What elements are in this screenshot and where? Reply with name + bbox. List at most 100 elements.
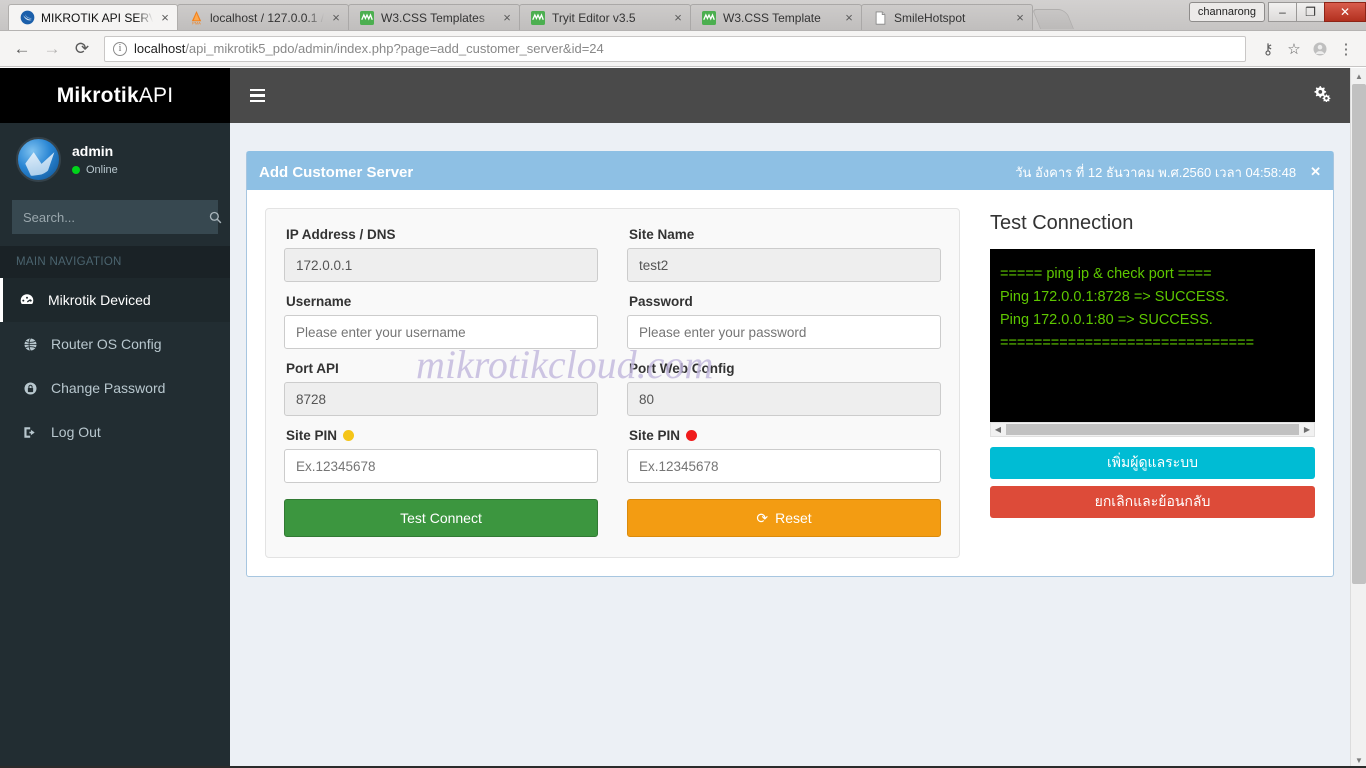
app-logo[interactable]: Mikrotik API	[0, 68, 230, 123]
label-text: Username	[286, 294, 352, 309]
browser-tab-5[interactable]: SmileHotspot ×	[861, 4, 1033, 30]
add-admin-button[interactable]: เพิ่มผู้ดูแลระบบ	[990, 447, 1315, 479]
browser-tab-4[interactable]: W3.CSS Template ×	[690, 4, 862, 30]
tab-close-icon[interactable]: ×	[159, 11, 171, 24]
avatar	[16, 137, 61, 182]
browser-window: MIKROTIK API SERVER × PMA localhost / 12…	[0, 0, 1366, 768]
sidebar-item-label: Change Password	[51, 380, 166, 396]
tab-close-icon[interactable]: ×	[672, 11, 684, 24]
reset-label: Reset	[775, 510, 812, 526]
nav-section-header: MAIN NAVIGATION	[0, 246, 230, 278]
tab-strip: MIKROTIK API SERVER × PMA localhost / 12…	[0, 0, 1366, 31]
site-pin-yellow-field[interactable]	[284, 449, 598, 483]
scroll-right-arrow-icon[interactable]: ▶	[1300, 425, 1314, 434]
console-line: ==============================	[1000, 335, 1255, 351]
tab-title: Tryit Editor v3.5	[552, 10, 636, 25]
browser-tab-0[interactable]: MIKROTIK API SERVER ×	[8, 4, 178, 30]
hamburger-icon[interactable]	[244, 83, 271, 109]
search-icon[interactable]	[209, 201, 222, 233]
brand-bold: Mikrotik	[56, 83, 139, 107]
sidebar-item-log-out[interactable]: Log Out	[0, 410, 230, 454]
address-bar[interactable]: i localhost /api_mikrotik5_pdo/admin/ind…	[104, 35, 1246, 62]
panel-close-icon[interactable]: ✕	[1310, 164, 1321, 180]
field-label: Port Web Config	[629, 361, 941, 376]
back-icon[interactable]: ←	[8, 35, 36, 63]
sidebar-item-mikrotik-deviced[interactable]: Mikrotik Deviced	[0, 278, 230, 322]
browser-tab-3[interactable]: Tryit Editor v3.5 ×	[519, 4, 691, 30]
ip-address-field[interactable]	[284, 248, 598, 282]
console-line: ===== ping ip & check port ====	[1000, 266, 1212, 282]
tab-close-icon[interactable]: ×	[1014, 11, 1026, 24]
test-connect-label: Test Connect	[400, 510, 482, 526]
scroll-left-arrow-icon[interactable]: ◀	[991, 425, 1005, 434]
w3schools-icon	[359, 10, 375, 26]
url-host: localhost	[134, 41, 186, 56]
bookmark-star-icon[interactable]: ☆	[1282, 37, 1306, 61]
tab-close-icon[interactable]: ×	[330, 11, 342, 24]
lock-icon	[19, 381, 41, 396]
globe-icon	[19, 337, 41, 352]
scroll-up-arrow-icon[interactable]: ▲	[1351, 68, 1366, 84]
user-status: Online	[72, 164, 118, 176]
scrollbar-thumb[interactable]	[1006, 424, 1299, 435]
console-line: Ping 172.0.0.1:8728 => SUCCESS.	[1000, 289, 1229, 305]
field-label: Site PIN	[286, 428, 598, 443]
w3schools-icon	[701, 10, 717, 26]
panel-wrapper: Add Customer Server วัน อังคาร ที่ 12 ธั…	[230, 123, 1350, 577]
profile-avatar-icon[interactable]	[1308, 37, 1332, 61]
test-connect-button[interactable]: Test Connect	[284, 499, 598, 537]
add-customer-server-panel: Add Customer Server วัน อังคาร ที่ 12 ธั…	[246, 151, 1334, 577]
site-pin-red-field[interactable]	[627, 449, 941, 483]
tab-close-icon[interactable]: ×	[843, 11, 855, 24]
cancel-back-button[interactable]: ยกเลิกและย้อนกลับ	[990, 486, 1315, 518]
minimize-button[interactable]: –	[1268, 2, 1297, 22]
sidebar-item-label: Mikrotik Deviced	[48, 292, 151, 308]
label-text: Password	[629, 294, 693, 309]
close-window-button[interactable]: ✕	[1324, 2, 1366, 22]
page-scrollbar[interactable]: ▲ ▼	[1350, 68, 1366, 768]
tab-close-icon[interactable]: ×	[501, 11, 513, 24]
sidebar-item-router-os-config[interactable]: Router OS Config	[0, 322, 230, 366]
user-name: admin	[72, 143, 114, 159]
field-label: Site PIN	[629, 428, 941, 443]
site-info-icon[interactable]: i	[113, 41, 127, 56]
port-web-config-field[interactable]	[627, 382, 941, 416]
sidebar-item-label: Router OS Config	[51, 336, 162, 352]
field-label: Username	[286, 294, 598, 309]
page-scrollbar-thumb[interactable]	[1352, 84, 1366, 584]
site-name-field[interactable]	[627, 248, 941, 282]
refresh-icon: ⟳	[756, 509, 769, 526]
user-chip[interactable]: channarong	[1188, 2, 1265, 22]
page-icon	[872, 10, 888, 26]
label-text: Site PIN	[286, 428, 338, 443]
pin-red-dot-icon	[686, 430, 698, 441]
maximize-button[interactable]: ❐	[1296, 2, 1325, 22]
forward-icon[interactable]: →	[38, 35, 66, 63]
sidebar-item-change-password[interactable]: Change Password	[0, 366, 230, 410]
tab-title: MIKROTIK API SERVER	[41, 10, 153, 25]
panel-header: Add Customer Server วัน อังคาร ที่ 12 ธั…	[247, 154, 1333, 190]
username-field[interactable]	[284, 315, 598, 349]
brand-light: API	[138, 83, 174, 107]
pin-yellow-dot-icon	[343, 430, 355, 441]
browser-tab-1[interactable]: PMA localhost / 127.0.0.1 / m ×	[177, 4, 349, 30]
tab-title: W3.CSS Templates	[381, 10, 485, 25]
browser-tab-2[interactable]: W3.CSS Templates ×	[348, 4, 520, 30]
user-panel: admin Online	[0, 123, 230, 194]
cogs-icon[interactable]	[1313, 84, 1332, 107]
sidebar-item-label: Log Out	[51, 424, 101, 440]
password-key-icon[interactable]: ⚷	[1256, 37, 1280, 61]
label-text: Site PIN	[629, 428, 681, 443]
reset-button[interactable]: ⟳ Reset	[627, 499, 941, 537]
label-text: IP Address / DNS	[286, 227, 396, 242]
sidebar-search	[0, 194, 230, 246]
search-input[interactable]	[13, 209, 209, 225]
reload-icon[interactable]: ⟳	[68, 35, 96, 63]
console-horizontal-scrollbar[interactable]: ◀ ▶	[990, 422, 1315, 437]
page-viewport: Mikrotik API admin Online Search... MAIN…	[0, 68, 1366, 768]
password-field[interactable]	[627, 315, 941, 349]
port-api-field[interactable]	[284, 382, 598, 416]
browser-menu-icon[interactable]: ⋮	[1334, 37, 1358, 61]
new-tab-button[interactable]	[1031, 9, 1075, 29]
label-text: Site Name	[629, 227, 695, 242]
